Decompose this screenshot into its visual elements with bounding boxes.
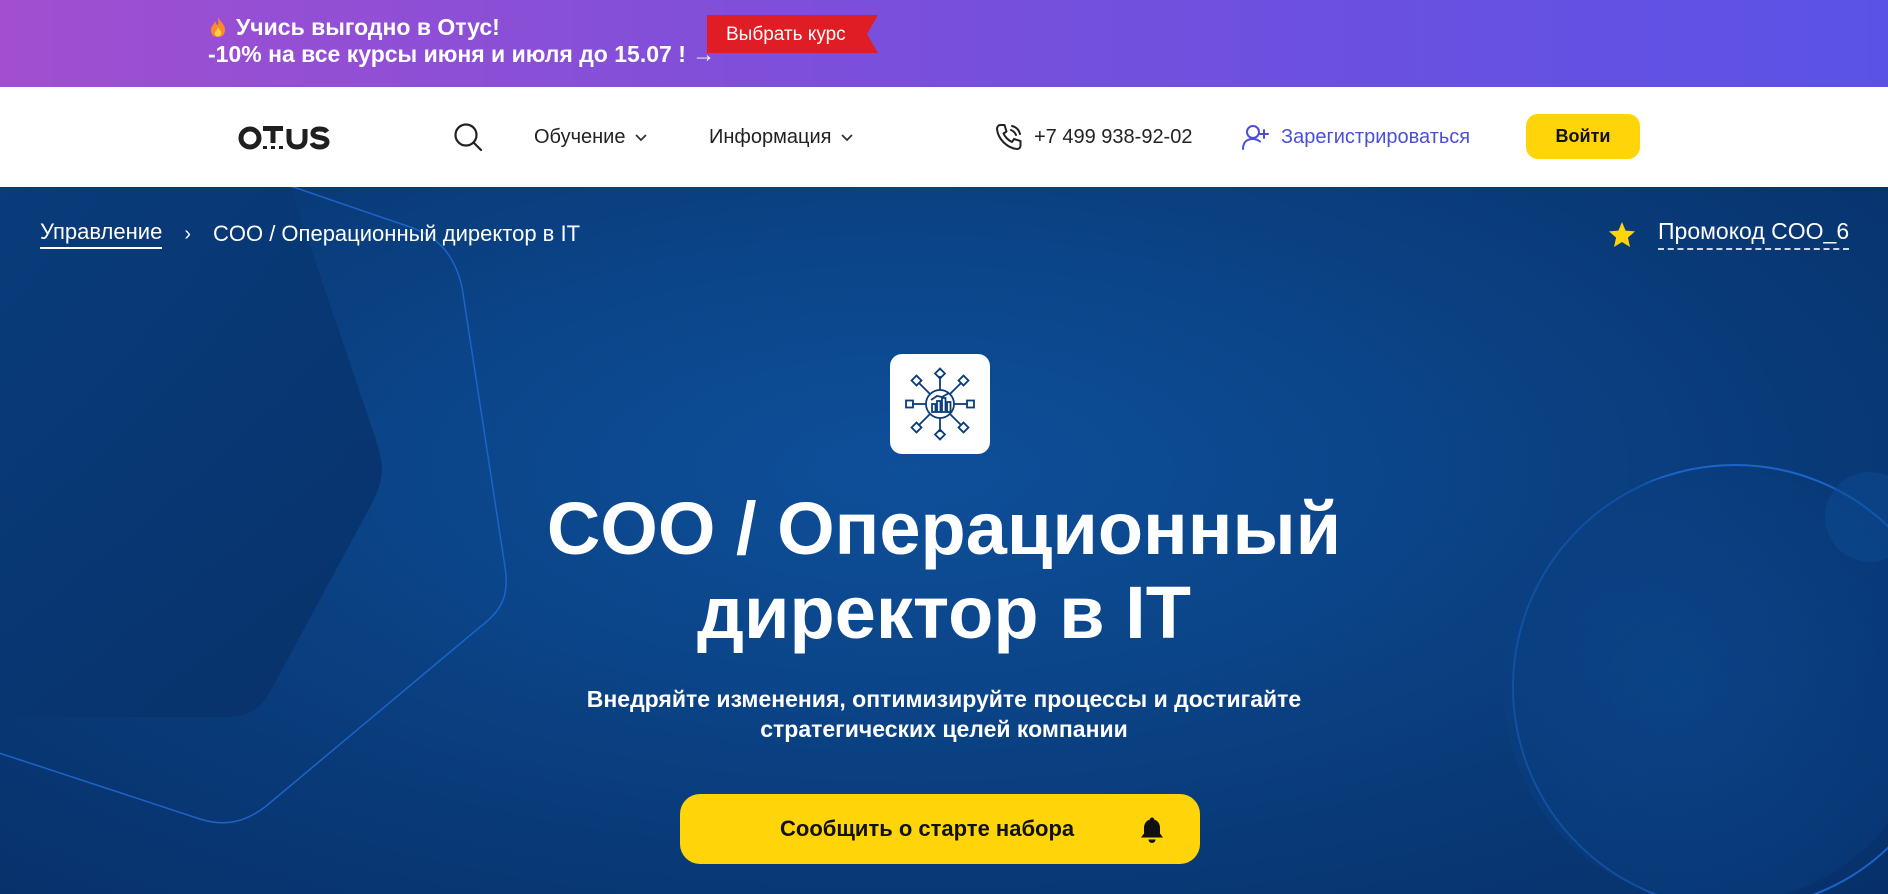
chevron-down-icon bbox=[841, 133, 854, 141]
title-line-2: директор в IT bbox=[697, 571, 1191, 654]
hero-section: Управление › COO / Операционный директор… bbox=[0, 187, 1888, 894]
phone-number: +7 499 938-92-02 bbox=[1034, 125, 1193, 148]
login-button[interactable]: Войти bbox=[1526, 114, 1640, 159]
promocode-label: Промокод COO_6 bbox=[1658, 218, 1850, 250]
page-title: COO / Операционный директор в IT bbox=[444, 487, 1444, 655]
register-label: Зарегистрироваться bbox=[1281, 125, 1471, 148]
notify-start-label: Сообщить о старте набора bbox=[780, 816, 1075, 841]
promo-text[interactable]: Учись выгодно в Отус! -10% на все курсы … bbox=[208, 14, 715, 68]
bell-icon bbox=[1141, 817, 1163, 843]
promo-line2: -10% на все курсы июня и июля до 15.07 !… bbox=[208, 41, 716, 67]
phone-link[interactable]: +7 499 938-92-02 bbox=[994, 122, 1192, 152]
title-line-1: COO / Операционный bbox=[546, 487, 1342, 570]
nav-learning[interactable]: Обучение bbox=[534, 126, 648, 149]
subtitle-line-2: стратегических целей компании bbox=[760, 716, 1128, 742]
add-user-icon bbox=[1242, 125, 1269, 150]
breadcrumb-parent-link[interactable]: Управление bbox=[40, 219, 163, 249]
otus-logo[interactable] bbox=[238, 117, 344, 158]
nav-info[interactable]: Информация bbox=[709, 126, 854, 149]
choose-course-button[interactable]: Выбрать курс bbox=[707, 15, 878, 53]
notify-start-button[interactable]: Сообщить о старте набора bbox=[680, 794, 1200, 864]
nav-learning-label: Обучение bbox=[534, 126, 626, 148]
subtitle-line-1: Внедряйте изменения, оптимизируйте проце… bbox=[586, 686, 1302, 712]
phone-icon bbox=[996, 124, 1022, 150]
chevron-down-icon bbox=[635, 133, 648, 141]
star-icon bbox=[1609, 221, 1635, 247]
fire-icon bbox=[211, 17, 225, 37]
course-icon bbox=[890, 354, 990, 454]
search-icon[interactable] bbox=[453, 122, 483, 157]
register-link[interactable]: Зарегистрироваться bbox=[1241, 122, 1470, 152]
breadcrumb: Управление › COO / Операционный директор… bbox=[40, 219, 580, 249]
page-subtitle: Внедряйте изменения, оптимизируйте проце… bbox=[494, 684, 1394, 744]
otus-logo-icon bbox=[238, 126, 330, 150]
nav-info-label: Информация bbox=[709, 126, 832, 148]
network-chart-icon bbox=[905, 367, 975, 441]
promo-banner[interactable]: Учись выгодно в Отус! -10% на все курсы … bbox=[0, 0, 1888, 87]
promo-line1: Учись выгодно в Отус! bbox=[236, 14, 500, 40]
breadcrumb-current: COO / Операционный директор в IT bbox=[212, 221, 581, 246]
chevron-right-icon: › bbox=[184, 222, 191, 245]
choose-course-label: Выбрать курс bbox=[726, 24, 846, 45]
promocode-link[interactable]: Промокод COO_6 bbox=[1608, 218, 1850, 250]
